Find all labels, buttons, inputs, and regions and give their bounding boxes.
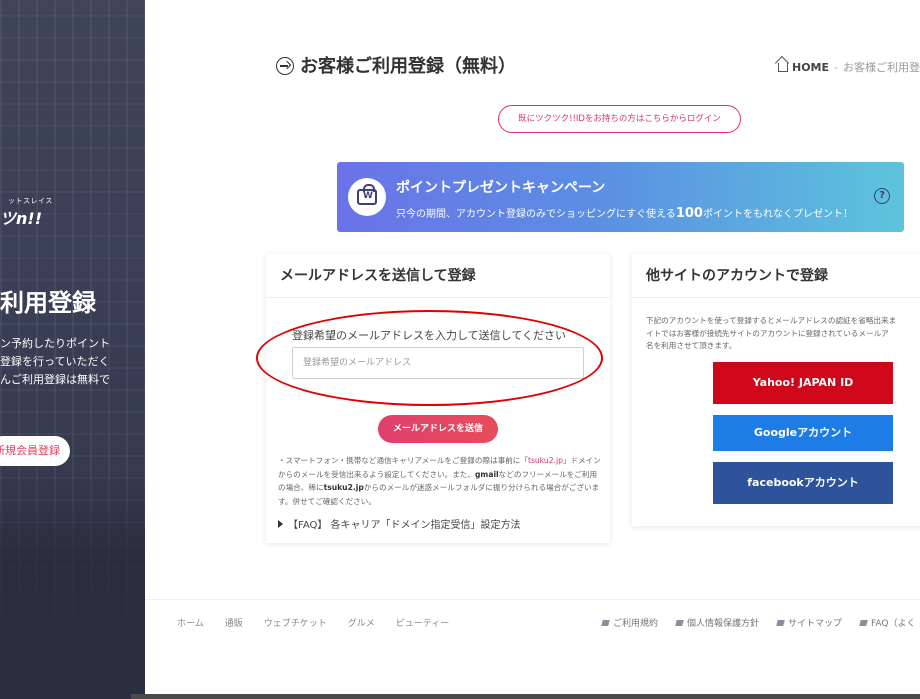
new-member-register-button[interactable]: 新規会員登録 — [0, 436, 70, 466]
breadcrumb-home-link[interactable]: HOME — [792, 61, 829, 74]
shopping-bag-logo-icon — [348, 178, 386, 216]
existing-id-login-button[interactable]: 既にツクツク!!IDをお持ちの方はこちらからログイン — [498, 105, 741, 133]
facebook-account-button[interactable]: facebookアカウント — [713, 462, 893, 504]
faq-domain-setting-link[interactable]: 【FAQ】 各キャリア「ドメイン指定受信」設定方法 — [278, 516, 521, 531]
hero-description: ン予約したりポイント 登録を行っていただく んご利用登録は無料で — [0, 335, 110, 389]
window-bottom-bar — [131, 694, 920, 699]
campaign-points: 100 — [675, 206, 703, 221]
footer-nav-gourmet[interactable]: グルメ — [348, 619, 375, 629]
tag-icon — [776, 620, 785, 626]
page-title-text: お客様ご利用登録（無料） — [300, 56, 516, 77]
login-arrow-icon — [276, 57, 294, 75]
hero-desc-line: 登録を行っていただく — [0, 355, 110, 368]
footer-link-terms[interactable]: ご利用規約 — [601, 619, 658, 629]
tag-icon — [859, 620, 868, 626]
home-icon — [778, 63, 788, 72]
tag-icon — [601, 620, 610, 626]
footer-nav-shopping[interactable]: 通販 — [225, 619, 243, 629]
social-description: 下記のアカウントを使って登録するとメールアドレスの認証を省略出来ま イトではお客… — [646, 316, 897, 350]
footer-nav-web-ticket[interactable]: ウェブチケット — [264, 619, 327, 629]
campaign-banner[interactable]: ポイントプレゼントキャンペーン 只今の期間、アカウント登録のみでショッピングにす… — [337, 162, 904, 232]
send-email-button[interactable]: メールアドレスを送信 — [378, 415, 498, 443]
footer-nav-beauty[interactable]: ビューティー — [396, 619, 449, 629]
page-title: お客様ご利用登録（無料） — [276, 52, 516, 78]
carrier-mail-note: ・スマートフォン・携帯など通信キャリアメールをご登録の際は事前に「tsuku2.… — [278, 456, 601, 506]
footer-nav: ホーム 通販 ウェブチケット グルメ ビューティー — [177, 616, 470, 629]
hero-panel: ットスレイス ツn!! 利用登録 ン予約したりポイント 登録を行っていただく ん… — [0, 0, 145, 699]
google-account-button[interactable]: Googleアカウント — [713, 415, 893, 451]
footer-link-faq[interactable]: FAQ（よく — [859, 619, 915, 629]
campaign-text: 只今の期間、アカウント登録のみでショッピングにすぐ使える100ポイントをもれなく… — [396, 205, 853, 221]
social-registration-card: 他サイトのアカウントで登録 下記のアカウントを使って登録するとメールアドレスの認… — [632, 254, 920, 526]
breadcrumb-separator: - — [834, 61, 839, 74]
campaign-text-after: ポイントをもれなくプレゼント！ — [702, 209, 853, 220]
triangle-right-icon — [278, 520, 283, 528]
footer-links: ご利用規約 個人情報保護方針 サイトマップ FAQ（よく — [601, 616, 920, 629]
campaign-title: ポイントプレゼントキャンペーン — [396, 180, 606, 196]
page: ットスレイス ツn!! 利用登録 ン予約したりポイント 登録を行っていただく ん… — [0, 0, 920, 699]
hero-title: 利用登録 — [0, 289, 96, 317]
campaign-text-before: 只今の期間、アカウント登録のみでショッピングにすぐ使える — [396, 209, 676, 220]
breadcrumb: HOME-お客様ご利用登録 — [778, 59, 920, 75]
email-card-heading: メールアドレスを送信して登録 — [266, 254, 610, 298]
hero-desc-line: ン予約したりポイント — [0, 337, 110, 350]
yahoo-japan-id-button[interactable]: Yahoo! JAPAN ID — [713, 362, 893, 404]
hero-logo: ツn!! — [0, 209, 42, 228]
footer: ホーム 通販 ウェブチケット グルメ ビューティー ご利用規約 個人情報保護方針 サイトマッ… — [145, 600, 920, 644]
social-card-heading: 他サイトのアカウントで登録 — [632, 254, 920, 298]
tag-icon — [675, 620, 684, 626]
email-registration-card: メールアドレスを送信して登録 登録希望のメールアドレスを入力して送信してください… — [256, 254, 610, 543]
hero-crowd-overlay — [0, 469, 145, 699]
breadcrumb-current: お客様ご利用登録 — [843, 61, 920, 74]
footer-link-privacy[interactable]: 個人情報保護方針 — [675, 619, 759, 629]
help-icon[interactable]: ? — [874, 188, 890, 204]
footer-nav-home[interactable]: ホーム — [177, 619, 204, 629]
email-field-label: 登録希望のメールアドレスを入力して送信してください — [292, 329, 567, 342]
email-field[interactable] — [292, 347, 584, 379]
footer-link-sitemap[interactable]: サイトマップ — [776, 619, 842, 629]
hero-desc-line: んご利用登録は無料で — [0, 373, 110, 386]
